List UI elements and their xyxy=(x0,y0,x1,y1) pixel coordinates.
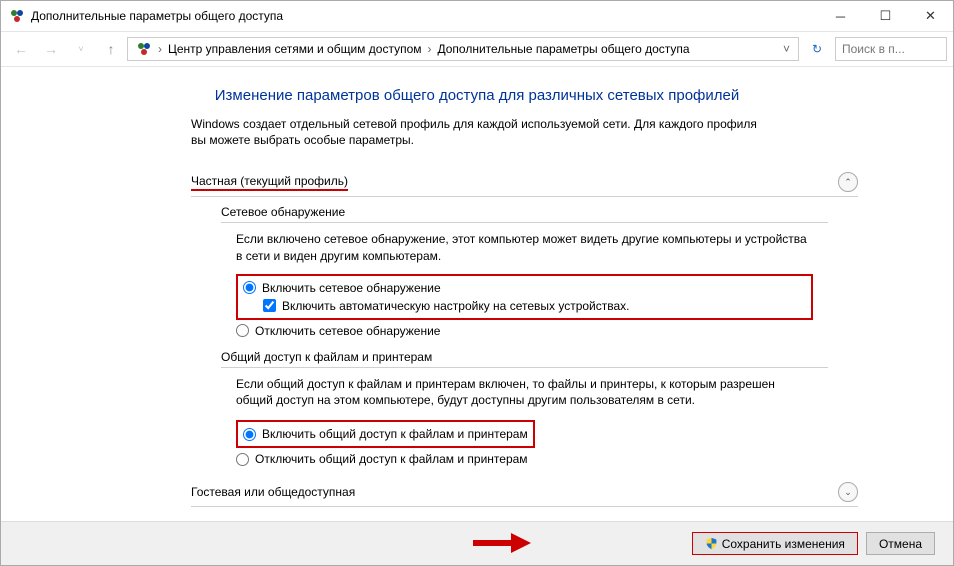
close-button[interactable]: ✕ xyxy=(908,1,953,31)
radio-input[interactable] xyxy=(243,428,256,441)
sharing-enable-label: Включить общий доступ к файлам и принтер… xyxy=(262,427,528,441)
network-discovery-section: Сетевое обнаружение Если включено сетево… xyxy=(221,205,828,339)
profile-guest-label: Гостевая или общедоступная xyxy=(191,485,355,499)
discovery-enable-radio[interactable]: Включить сетевое обнаружение xyxy=(243,279,806,297)
sharing-title: Общий доступ к файлам и принтерам xyxy=(221,350,828,368)
breadcrumb[interactable]: › Центр управления сетями и общим доступ… xyxy=(127,37,799,61)
discovery-disable-label: Отключить сетевое обнаружение xyxy=(255,324,440,338)
uac-shield-icon xyxy=(705,537,718,550)
radio-input[interactable] xyxy=(243,281,256,294)
radio-input[interactable] xyxy=(236,453,249,466)
discovery-title: Сетевое обнаружение xyxy=(221,205,828,223)
save-button-label: Сохранить изменения xyxy=(722,537,845,551)
radio-input[interactable] xyxy=(236,324,249,337)
expand-icon[interactable]: ⌄ xyxy=(838,482,858,502)
checkbox-input[interactable] xyxy=(263,299,276,312)
file-sharing-section: Общий доступ к файлам и принтерам Если о… xyxy=(221,350,828,468)
nav-bar: ← → ˅ ↑ › Центр управления сетями и общи… xyxy=(1,31,953,67)
discovery-desc: Если включено сетевое обнаружение, этот … xyxy=(236,231,813,263)
page-intro: Windows создает отдельный сетевой профил… xyxy=(191,116,763,148)
bottom-bar: Сохранить изменения Отмена xyxy=(1,521,953,565)
discovery-disable-radio[interactable]: Отключить сетевое обнаружение xyxy=(236,322,813,340)
forward-button[interactable]: → xyxy=(37,37,65,61)
window-titlebar: Дополнительные параметры общего доступа … xyxy=(1,1,953,31)
page-title: Изменение параметров общего доступа для … xyxy=(1,87,953,104)
history-dropdown[interactable]: ˅ xyxy=(67,37,95,61)
breadcrumb-parent[interactable]: Центр управления сетями и общим доступом xyxy=(164,42,426,56)
chevron-right-icon: › xyxy=(156,42,164,56)
sharing-desc: Если общий доступ к файлам и принтерам в… xyxy=(236,376,813,408)
discovery-auto-label: Включить автоматическую настройку на сет… xyxy=(282,299,630,313)
discovery-auto-checkbox[interactable]: Включить автоматическую настройку на сет… xyxy=(243,297,806,315)
back-button[interactable]: ← xyxy=(7,37,35,61)
discovery-enable-label: Включить сетевое обнаружение xyxy=(262,281,441,295)
maximize-button[interactable]: ☐ xyxy=(863,1,908,31)
sharing-disable-label: Отключить общий доступ к файлам и принте… xyxy=(255,452,528,466)
content-area: Изменение параметров общего доступа для … xyxy=(1,67,953,521)
chevron-right-icon: › xyxy=(426,42,434,56)
minimize-button[interactable]: ─ xyxy=(818,1,863,31)
highlight-box: Включить сетевое обнаружение Включить ав… xyxy=(236,274,813,320)
sharing-enable-radio[interactable]: Включить общий доступ к файлам и принтер… xyxy=(243,425,528,443)
profile-private-header[interactable]: Частная (текущий профиль) ⌃ xyxy=(191,168,858,197)
address-dropdown[interactable]: ˅ xyxy=(779,42,794,56)
collapse-icon[interactable]: ⌃ xyxy=(838,172,858,192)
cancel-button[interactable]: Отмена xyxy=(866,532,935,555)
profile-guest-header[interactable]: Гостевая или общедоступная ⌄ xyxy=(191,478,858,507)
breadcrumb-current[interactable]: Дополнительные параметры общего доступа xyxy=(434,42,694,56)
sharing-disable-radio[interactable]: Отключить общий доступ к файлам и принте… xyxy=(236,450,813,468)
app-icon xyxy=(9,8,25,24)
refresh-button[interactable]: ↻ xyxy=(805,37,829,61)
cancel-button-label: Отмена xyxy=(879,537,922,551)
network-center-icon xyxy=(136,41,152,57)
search-input[interactable]: Поиск в п... xyxy=(835,37,947,61)
up-button[interactable]: ↑ xyxy=(97,37,125,61)
window-title: Дополнительные параметры общего доступа xyxy=(31,9,818,23)
arrow-annotation xyxy=(471,529,531,557)
save-button[interactable]: Сохранить изменения xyxy=(692,532,858,555)
profile-private-label: Частная (текущий профиль) xyxy=(191,174,348,191)
search-placeholder: Поиск в п... xyxy=(842,42,905,56)
highlight-box: Включить общий доступ к файлам и принтер… xyxy=(236,420,535,448)
